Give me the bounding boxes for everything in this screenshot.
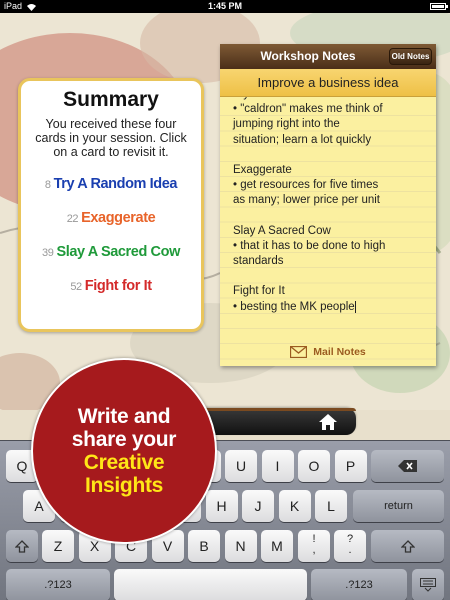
notes-line: as many; lower price per unit [233, 194, 381, 207]
notes-line: • "caldron" makes me think of [233, 103, 383, 116]
promo-line-4: Insights [84, 474, 164, 497]
promo-line-3: Creative [83, 451, 165, 474]
card-list: 8 Try A Random Idea 22 Exaggerate 39 Slay A… [21, 176, 201, 312]
notes-line: standards [233, 255, 284, 268]
shift-key-right[interactable] [371, 530, 444, 562]
numbers-key-left[interactable]: .?123 [6, 569, 110, 600]
promo-line-1: Write and [77, 405, 171, 428]
key-exclaim-comma[interactable]: !, [298, 530, 330, 562]
card-label: Slay A Sacred Cow [56, 244, 180, 260]
card-label: Try A Random Idea [53, 176, 178, 192]
notes-line: • get resources for five times [233, 179, 379, 192]
key-m[interactable]: M [261, 530, 293, 562]
key-u[interactable]: U [225, 450, 257, 482]
home-icon [319, 414, 337, 430]
notes-line: situation; learn a lot quickly [233, 133, 372, 146]
battery-icon [430, 3, 448, 10]
key-j[interactable]: J [242, 490, 274, 522]
mail-notes-label: Mail Notes [313, 346, 366, 358]
notes-topic: Improve a business idea [220, 69, 436, 97]
card-number: 8 [44, 179, 51, 191]
key-i[interactable]: I [261, 450, 294, 482]
key-l[interactable]: L [315, 490, 347, 522]
summary-card: Summary You received these four cards in… [18, 78, 204, 332]
home-button[interactable] [318, 413, 338, 431]
mail-notes-button[interactable]: Mail Notes [220, 345, 436, 359]
notes-blank-line [233, 209, 429, 224]
card-try-a-random-idea[interactable]: 8 Try A Random Idea [21, 176, 201, 210]
key-b[interactable]: B [188, 530, 220, 562]
clock: 1:45 PM [207, 1, 242, 11]
summary-title: Summary [63, 88, 159, 111]
workshop-notes-panel: Workshop Notes Old Notes Improve a busin… [220, 44, 436, 366]
notes-text[interactable]: Try A Random Idea• "caldron" makes me th… [233, 97, 429, 315]
promo-badge: Write and share your Creative Insights [31, 358, 217, 544]
key-p[interactable]: P [334, 450, 367, 482]
backspace-key[interactable] [371, 450, 444, 482]
notes-line: jumping right into the [233, 118, 340, 131]
card-label: Exaggerate [81, 210, 156, 226]
summary-intro: You received these four cards in your se… [35, 117, 187, 159]
return-key[interactable]: return [353, 490, 444, 522]
notes-line: Fight for It [233, 285, 285, 298]
shift-icon [14, 540, 30, 553]
space-bar[interactable] [114, 569, 307, 600]
text-cursor [354, 300, 356, 313]
notes-line: • besting the MK people [233, 300, 356, 313]
key-o[interactable]: O [298, 450, 330, 482]
card-number: 52 [70, 281, 82, 293]
card-label: Fight for It [84, 278, 152, 294]
shift-key-left[interactable] [6, 530, 38, 562]
backspace-icon [397, 460, 417, 472]
key-question-period[interactable]: ?. [334, 530, 366, 562]
card-number: 39 [42, 247, 54, 259]
notes-blank-line [233, 269, 429, 284]
hide-keyboard-key[interactable] [412, 569, 444, 600]
old-notes-button[interactable]: Old Notes [389, 48, 432, 65]
key-bottom-char: , [312, 544, 316, 556]
key-bottom-char: . [348, 544, 352, 556]
status-bar: iPad 1:45 PM [0, 0, 450, 13]
key-z[interactable]: Z [42, 530, 74, 562]
notes-title: Workshop Notes [260, 49, 356, 63]
card-number: 22 [66, 213, 79, 225]
numbers-key-right[interactable]: .?123 [311, 569, 407, 600]
notes-blank-line [233, 148, 429, 163]
notes-text-area[interactable]: Try A Random Idea• "caldron" makes me th… [220, 97, 436, 366]
notes-line: • that it has to be done to high [233, 239, 386, 252]
key-n[interactable]: N [224, 530, 257, 562]
notes-line: Exaggerate [233, 163, 292, 176]
promo-line-2: share your [71, 428, 177, 451]
card-fight-for-it[interactable]: 52 Fight for It [21, 278, 201, 312]
keyboard-icon [420, 578, 436, 592]
card-slay-a-sacred-cow[interactable]: 39 Slay A Sacred Cow [21, 244, 201, 278]
card-exaggerate[interactable]: 22 Exaggerate [21, 210, 201, 244]
envelope-icon [290, 345, 308, 359]
key-k[interactable]: K [278, 490, 311, 522]
shift-icon [399, 540, 416, 553]
notes-header: Workshop Notes Old Notes [220, 44, 436, 69]
notes-line: Slay A Sacred Cow [233, 224, 331, 237]
